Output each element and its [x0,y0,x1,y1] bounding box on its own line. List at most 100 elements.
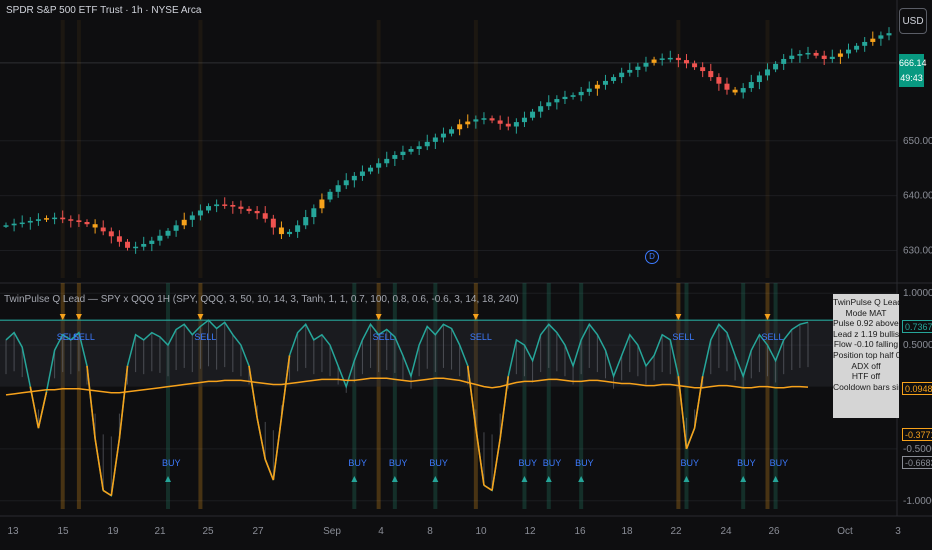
pulse-negative-segment [483,484,493,492]
time-axis-label: Oct [837,526,853,537]
sell-arrow [675,314,682,320]
time-axis-label: 27 [252,526,264,537]
candle-body [287,231,293,235]
time-axis-label: 12 [524,526,536,537]
candle-body [295,225,301,232]
time-axis-label: 18 [621,526,633,537]
pulse-negative-segment [94,438,105,491]
buy-signal-label: BUY [575,458,594,468]
buy-arrow [521,476,528,482]
candle-body [643,62,649,67]
sell-signal-band-price [376,20,381,278]
candle-body [813,52,819,56]
candle-body [457,124,463,130]
sell-arrow [59,314,66,320]
pulse-negative-segment [110,438,121,496]
buy-signal-label: BUY [518,458,537,468]
sell-signal-label: SELL [470,332,492,342]
pulse-negative-segment [256,417,267,460]
candle-body [92,224,98,228]
time-axis-label: 13 [7,526,19,537]
sell-signal-band-price [76,20,81,278]
candle-body [400,151,406,156]
candle-body [708,71,714,78]
candle-body [554,99,560,103]
sell-signal-label: SELL [761,332,783,342]
buy-arrow [165,476,172,482]
candle-body [773,63,779,70]
candle-body [303,217,309,226]
candle-body [327,191,333,200]
candle-body [546,102,552,107]
candle-body [246,208,252,212]
candle-body [594,84,600,89]
candle-body [489,118,495,121]
time-axis-label: 4 [378,526,384,537]
candle-body [732,89,738,93]
candle-body [116,236,122,242]
buy-arrow [578,476,585,482]
time-axis-label: 24 [720,526,732,537]
sell-signal-label: SELL [373,332,395,342]
buy-signal-band [166,283,171,509]
info-line: HTF off [851,371,881,382]
chart-canvas[interactable]: SELLSELL SELL SELL SELL SELL SELLBUY BUY BUY BUY… [0,0,932,550]
buy-signal-label: BUY [162,458,181,468]
candle-body [376,163,382,168]
candle-body [716,77,722,84]
pulse-negative-segment [102,489,112,497]
candle-body [538,106,544,112]
candle-body [108,231,114,237]
sell-signal-band-price [765,20,770,278]
buy-signal-band [684,283,689,509]
sell-signal-band-price [60,20,65,278]
buy-arrow [545,476,552,482]
time-axis-label: 19 [107,526,119,537]
candle-body [481,118,487,120]
candle-body [619,72,625,78]
pulse-negative-segment [29,386,40,429]
candle-body [335,185,341,192]
candle-body [141,243,147,247]
buy-signal-label: BUY [543,458,562,468]
sell-arrow [472,314,479,320]
currency-button[interactable]: USD [899,8,927,34]
candle-body [748,82,754,89]
time-axis-label: 15 [57,526,69,537]
candle-body [52,217,58,220]
candle-body [165,230,171,236]
candle-body [530,111,536,118]
candle-body [764,69,770,76]
candle-body [740,88,746,93]
symbol-title: SPDR S&P 500 ETF Trust · 1h · NYSE Arca [6,5,202,16]
candle-body [197,210,203,216]
lower-value-badge: -0.3771 [902,428,932,441]
candle-body [473,119,479,122]
pulse-negative-segment [491,438,501,491]
indicator-title[interactable]: TwinPulse Q Lead — SPY x QQQ 1H (SPY, QQ… [4,294,519,305]
candle-body [262,213,268,219]
pulse-negative-segment [264,458,275,481]
buy-signal-label: BUY [348,458,367,468]
buy-signal-band [433,283,438,509]
candle-body [238,206,244,209]
candle-body [44,218,50,220]
candle-body [602,80,608,85]
indicator-axis-label: 1.0000 [903,288,932,299]
candle-body [878,35,884,39]
indicator-axis-label: -1.0000 [903,496,932,507]
info-line: TwinPulse Q Lead [833,297,899,307]
buy-signal-label: BUY [389,458,408,468]
candle-body [206,206,212,211]
candle-body [254,211,260,214]
candle-body [659,58,665,60]
dividend-event-marker[interactable]: D [645,250,659,264]
candle-body [578,91,584,96]
candle-body [756,75,762,83]
candle-body [392,155,398,159]
candle-body [837,53,843,57]
candle-body [692,63,698,68]
candle-body [319,199,325,209]
candle-body [724,83,730,90]
candle-body [359,171,365,176]
